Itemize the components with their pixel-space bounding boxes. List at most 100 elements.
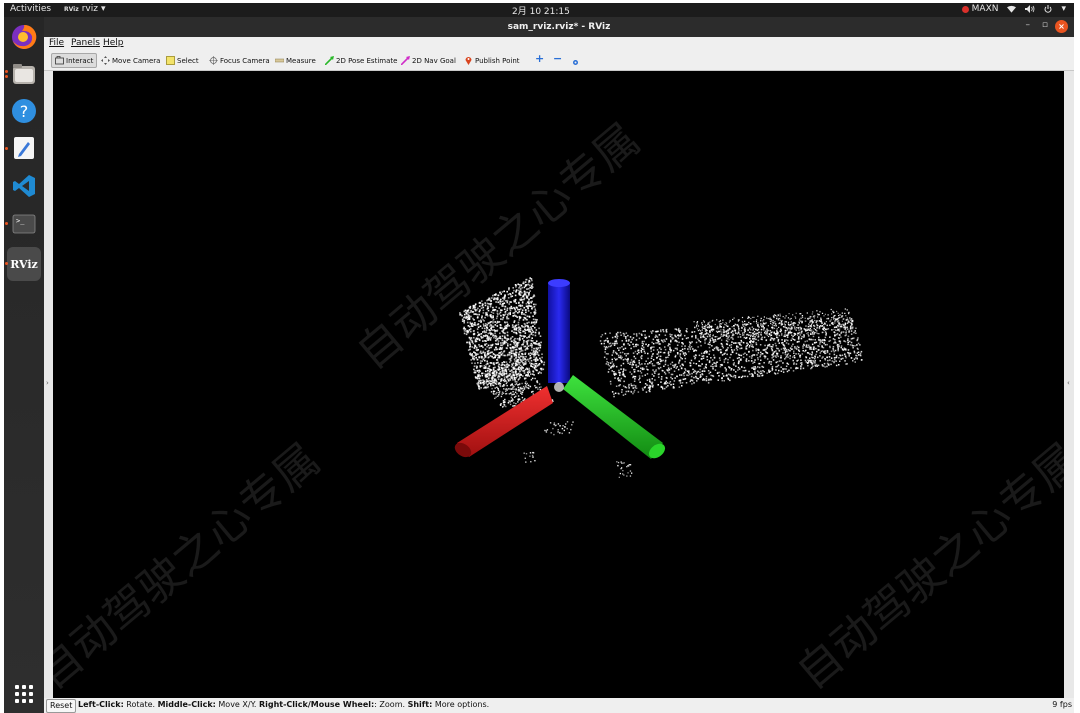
hint-value: Rotate.: [123, 700, 158, 709]
rviz-icon: RViz: [10, 257, 38, 271]
render-viewport[interactable]: 自动驾驶之心专属 自动驾驶之心专属 自动驾驶之心专属: [53, 71, 1064, 698]
running-indicator: [5, 75, 8, 78]
top-panel: Activities RViz rviz ▾ 2月 10 21:15 MAXN …: [4, 3, 1074, 17]
move-camera-icon: [101, 56, 110, 65]
hint-value: : Zoom.: [374, 700, 408, 709]
help-launcher[interactable]: ?: [10, 97, 38, 125]
running-indicator: [5, 147, 8, 150]
nav-goal-tool[interactable]: 2D Nav Goal: [401, 54, 456, 67]
menu-bar: File Panels Help: [44, 37, 1074, 51]
chevron-right-icon: ‹: [1067, 379, 1070, 387]
minimize-button[interactable]: –: [1026, 20, 1031, 30]
axis-x: [454, 386, 553, 458]
remove-tool-button[interactable]: −: [553, 52, 562, 65]
vscode-launcher[interactable]: [10, 172, 38, 200]
watermark-text: 自动驾驶之心专属: [347, 114, 649, 379]
select-icon: [166, 56, 175, 65]
running-indicator: [5, 222, 8, 225]
select-tool[interactable]: Select: [166, 54, 199, 67]
wifi-icon[interactable]: [1007, 5, 1017, 13]
hint-key: Left-Click:: [78, 700, 124, 709]
pose-estimate-icon: [325, 56, 334, 65]
move-camera-label: Move Camera: [112, 56, 161, 65]
rviz-launcher[interactable]: RViz: [10, 250, 38, 278]
close-button[interactable]: ×: [1055, 20, 1068, 33]
activities-button[interactable]: Activities: [10, 4, 51, 14]
clock[interactable]: 2月 10 21:15: [512, 4, 570, 17]
axis-y: [563, 375, 666, 459]
mouse-hints: Left-Click: Rotate. Middle-Click: Move X…: [78, 700, 489, 709]
running-indicator: [5, 262, 8, 265]
hint-key: Right-Click/Mouse Wheel:: [258, 700, 375, 709]
hint-value: Move X/Y.: [215, 700, 259, 709]
measure-icon: [275, 58, 284, 63]
nav-goal-icon: [401, 56, 410, 65]
terminal-icon: >_: [12, 214, 36, 234]
measure-label: Measure: [286, 56, 316, 65]
power-icon[interactable]: [1044, 5, 1052, 13]
watermark-text: 自动驾驶之心专属: [787, 434, 1064, 698]
tools-toolbar: Interact Move Camera Select Focus Camera…: [44, 51, 1074, 71]
add-tool-button[interactable]: +: [535, 52, 544, 65]
publish-point-label: Publish Point: [475, 56, 520, 65]
status-bar: Reset Left-Click: Rotate. Middle-Click: …: [44, 698, 1074, 713]
terminal-launcher[interactable]: >_: [10, 210, 38, 238]
window-title: sam_rviz.rviz* - RViz: [507, 22, 611, 32]
watermark-text: 自动驾驶之心专属: [53, 434, 330, 698]
focus-camera-tool[interactable]: Focus Camera: [209, 54, 270, 67]
maximize-button[interactable]: ▫: [1042, 20, 1048, 30]
system-tray[interactable]: MAXN ▾: [961, 4, 1066, 14]
menu-panels[interactable]: Panels: [71, 38, 100, 48]
watermark: 自动驾驶之心专属 自动驾驶之心专属 自动驾驶之心专属: [53, 114, 1064, 698]
hint-value: More options.: [432, 700, 490, 709]
interact-label: Interact: [66, 56, 94, 65]
dock: ? >_ RViz: [4, 17, 44, 713]
reset-button[interactable]: Reset: [46, 699, 77, 713]
measure-tool[interactable]: Measure: [275, 54, 316, 67]
show-applications-icon[interactable]: [15, 685, 33, 703]
pose-estimate-tool[interactable]: 2D Pose Estimate: [325, 54, 397, 67]
running-indicator: [5, 70, 8, 73]
interact-tool[interactable]: Interact: [51, 53, 98, 68]
vscode-icon: [13, 175, 35, 197]
files-icon: [13, 64, 35, 84]
svg-text:>_: >_: [16, 217, 25, 225]
svg-text:?: ?: [20, 102, 29, 121]
firefox-icon: [12, 24, 37, 49]
fps-counter: 9 fps: [1052, 700, 1072, 709]
3d-scene: 自动驾驶之心专属 自动驾驶之心专属 自动驾驶之心专属: [53, 114, 1064, 698]
app-menu[interactable]: RViz rviz ▾: [64, 4, 106, 14]
interact-icon: [55, 56, 64, 65]
text-editor-icon: [14, 137, 34, 159]
window-titlebar[interactable]: sam_rviz.rviz* - RViz – ▫ ×: [44, 17, 1074, 37]
publish-point-tool[interactable]: Publish Point: [464, 54, 520, 67]
firefox-launcher[interactable]: [10, 23, 38, 51]
focus-camera-label: Focus Camera: [220, 56, 270, 65]
chevron-down-icon[interactable]: ▾: [1061, 4, 1066, 14]
power-mode-indicator[interactable]: MAXN: [961, 4, 999, 14]
hint-key: Middle-Click:: [157, 700, 216, 709]
help-icon: ?: [12, 99, 36, 123]
menu-help[interactable]: Help: [103, 38, 124, 48]
chevron-down-icon: ▾: [100, 4, 106, 14]
files-launcher[interactable]: [10, 60, 38, 88]
hint-key: Shift:: [407, 700, 433, 709]
chevron-left-icon: ›: [46, 379, 49, 387]
move-camera-tool[interactable]: Move Camera: [101, 54, 160, 67]
menu-file[interactable]: File: [49, 38, 64, 48]
select-label: Select: [177, 56, 199, 65]
map-pin-icon: [465, 57, 472, 65]
tool-properties-icon[interactable]: [571, 56, 580, 69]
axes-origin: [554, 382, 564, 392]
app-menu-label: rviz: [81, 4, 98, 14]
pose-estimate-label: 2D Pose Estimate: [336, 56, 398, 65]
focus-camera-icon: [209, 56, 218, 65]
right-dock-collapse-strip[interactable]: ‹: [1064, 71, 1074, 698]
nav-goal-label: 2D Nav Goal: [412, 56, 456, 65]
power-mode-icon: [961, 5, 969, 13]
volume-icon[interactable]: [1025, 5, 1035, 13]
power-mode-label: MAXN: [971, 4, 999, 14]
left-dock-collapse-strip[interactable]: ›: [44, 71, 53, 698]
text-editor-launcher[interactable]: [10, 134, 38, 162]
rviz-logo-icon: RViz: [64, 5, 79, 13]
